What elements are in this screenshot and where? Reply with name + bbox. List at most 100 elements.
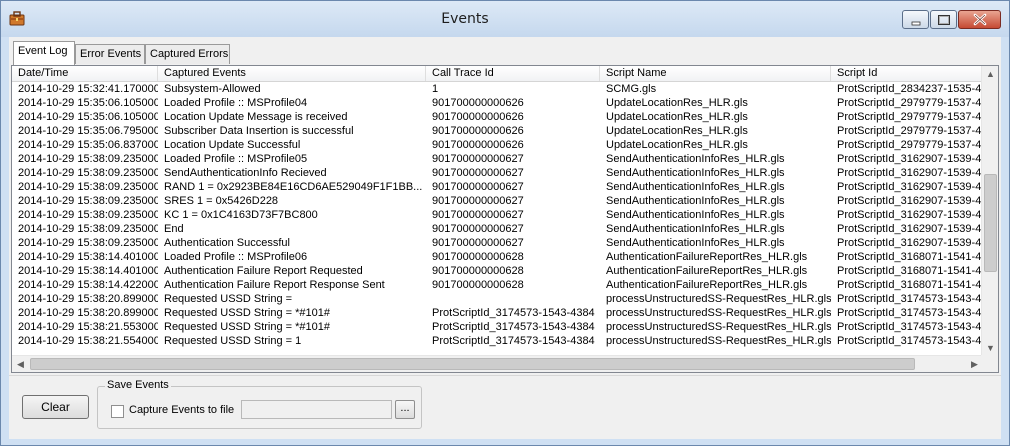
cell-script-id: ProtScriptId_3168071-1541-43 <box>837 265 983 277</box>
cell-captured-event: Requested USSD String = *#101# <box>164 307 331 319</box>
save-events-legend: Save Events <box>105 379 171 391</box>
cell-datetime: 2014-10-29 15:38:09.235000 <box>18 167 158 179</box>
horizontal-scrollbar[interactable]: ◀ ▶ <box>12 355 983 372</box>
cell-script-id: ProtScriptId_2979779-1537-43 <box>837 97 983 109</box>
cell-captured-event: Loaded Profile :: MSProfile06 <box>164 251 308 263</box>
cell-datetime: 2014-10-29 15:38:09.235000 <box>18 237 158 249</box>
capture-file-path-input[interactable] <box>241 400 392 419</box>
table-row[interactable]: 2014-10-29 15:38:21.553000 Requested USSD… <box>12 320 983 334</box>
table-row[interactable]: 2014-10-29 15:38:20.899000 Requested USSD… <box>12 292 983 306</box>
cell-script-id: ProtScriptId_3168071-1541-43 <box>837 279 983 291</box>
table-row[interactable]: 2014-10-29 15:38:09.235000 SendAuthentica… <box>12 166 983 180</box>
save-events-group: Save Events Capture Events to file ... <box>97 379 422 429</box>
table-row[interactable]: 2014-10-29 15:38:09.235000 End 90170000000… <box>12 222 983 236</box>
column-header-script-id[interactable]: Script Id <box>831 66 983 81</box>
table-row[interactable]: 2014-10-29 15:38:14.401000 Authentication… <box>12 264 983 278</box>
table-row[interactable]: 2014-10-29 15:32:41.170000 Subsystem-Allo… <box>12 82 983 96</box>
cell-captured-event: End <box>164 223 184 235</box>
minimize-icon <box>911 21 921 26</box>
cell-script-name: UpdateLocationRes_HLR.gls <box>606 139 748 151</box>
table-row[interactable]: 2014-10-29 15:38:21.554000 Requested USSD… <box>12 334 983 348</box>
cell-script-id: ProtScriptId_3174573-1543-43 <box>837 321 983 333</box>
cell-call-trace-id: ProtScriptId_3174573-1543-4384 <box>432 335 595 347</box>
cell-datetime: 2014-10-29 15:38:21.553000 <box>18 321 158 333</box>
table-row[interactable]: 2014-10-29 15:38:20.899000 Requested USSD… <box>12 306 983 320</box>
maximize-icon <box>938 15 950 25</box>
cell-call-trace-id: 901700000000628 <box>432 279 524 291</box>
close-button[interactable] <box>958 10 1001 29</box>
horizontal-scroll-thumb[interactable] <box>30 358 915 370</box>
cell-captured-event: Requested USSD String = 1 <box>164 335 302 347</box>
cell-datetime: 2014-10-29 15:35:06.837000 <box>18 139 158 151</box>
maximize-button[interactable] <box>930 10 957 29</box>
cell-script-name: SendAuthenticationInfoRes_HLR.gls <box>606 209 785 221</box>
cell-script-id: ProtScriptId_3162907-1539-43 <box>837 153 983 165</box>
table-row[interactable]: 2014-10-29 15:35:06.105000 Location Updat… <box>12 110 983 124</box>
cell-captured-event: Requested USSD String = *#101# <box>164 321 331 333</box>
table-row[interactable]: 2014-10-29 15:38:09.235000 Authentication… <box>12 236 983 250</box>
cell-call-trace-id: 901700000000627 <box>432 237 524 249</box>
minimize-button[interactable] <box>902 10 929 29</box>
divider <box>9 375 1001 376</box>
cell-script-id: ProtScriptId_3162907-1539-43 <box>837 195 983 207</box>
cell-datetime: 2014-10-29 15:35:06.105000 <box>18 111 158 123</box>
cell-call-trace-id: 901700000000627 <box>432 167 524 179</box>
cell-script-name: AuthenticationFailureReportRes_HLR.gls <box>606 265 808 277</box>
cell-script-name: processUnstructuredSS-RequestRes_HLR.gls <box>606 335 831 347</box>
table-row[interactable]: 2014-10-29 15:38:14.422000 Authentication… <box>12 278 983 292</box>
table-body: 2014-10-29 15:32:41.170000 Subsystem-Allo… <box>12 82 983 358</box>
scrollbar-corner <box>981 355 998 372</box>
column-header-script-name[interactable]: Script Name <box>600 66 831 81</box>
title-bar[interactable]: Events <box>1 1 1009 37</box>
cell-call-trace-id: 901700000000627 <box>432 153 524 165</box>
column-header-datetime[interactable]: Date/Time <box>12 66 158 81</box>
cell-script-id: ProtScriptId_2979779-1537-43 <box>837 139 983 151</box>
vertical-scroll-thumb[interactable] <box>984 174 997 272</box>
tab-error-events[interactable]: Error Events <box>75 44 145 64</box>
scroll-left-arrow-icon[interactable]: ◀ <box>12 356 29 372</box>
tab-captured-errors[interactable]: Captured Errors <box>145 44 230 64</box>
scroll-up-arrow-icon[interactable]: ▲ <box>982 66 998 83</box>
cell-datetime: 2014-10-29 15:35:06.795000 <box>18 125 158 137</box>
cell-script-name: processUnstructuredSS-RequestRes_HLR.gls <box>606 293 831 305</box>
table-row[interactable]: 2014-10-29 15:38:09.235000 SRES 1 = 0x542… <box>12 194 983 208</box>
column-header-captured-events[interactable]: Captured Events <box>158 66 426 81</box>
cell-call-trace-id: ProtScriptId_3174573-1543-4384 <box>432 321 595 333</box>
event-log-table[interactable]: Date/Time Captured Events Call Trace Id … <box>11 65 999 373</box>
cell-captured-event: Subscriber Data Insertion is successful <box>164 125 354 137</box>
cell-datetime: 2014-10-29 15:38:09.235000 <box>18 195 158 207</box>
capture-events-checkbox[interactable] <box>111 405 124 418</box>
table-row[interactable]: 2014-10-29 15:35:06.105000 Loaded Profile… <box>12 96 983 110</box>
cell-captured-event: SRES 1 = 0x5426D228 <box>164 195 279 207</box>
column-header-call-trace-id[interactable]: Call Trace Id <box>426 66 600 81</box>
cell-script-name: SendAuthenticationInfoRes_HLR.gls <box>606 195 785 207</box>
cell-datetime: 2014-10-29 15:38:14.401000 <box>18 251 158 263</box>
cell-script-name: UpdateLocationRes_HLR.gls <box>606 111 748 123</box>
clear-button[interactable]: Clear <box>22 395 89 419</box>
table-row[interactable]: 2014-10-29 15:38:09.235000 KC 1 = 0x1C416… <box>12 208 983 222</box>
vertical-scrollbar[interactable]: ▲ ▼ <box>981 66 998 357</box>
client-area: Event Log Error Events Captured Errors D… <box>9 37 1001 439</box>
cell-script-id: ProtScriptId_3162907-1539-43 <box>837 237 983 249</box>
cell-script-id: ProtScriptId_3162907-1539-43 <box>837 209 983 221</box>
window-title: Events <box>441 11 489 27</box>
cell-call-trace-id: 901700000000626 <box>432 97 524 109</box>
table-row[interactable]: 2014-10-29 15:35:06.837000 Location Updat… <box>12 138 983 152</box>
cell-script-name: SendAuthenticationInfoRes_HLR.gls <box>606 153 785 165</box>
table-header: Date/Time Captured Events Call Trace Id … <box>12 66 983 82</box>
cell-datetime: 2014-10-29 15:32:41.170000 <box>18 83 158 95</box>
cell-captured-event: Authentication Failure Report Requested <box>164 265 363 277</box>
table-row[interactable]: 2014-10-29 15:35:06.795000 Subscriber Dat… <box>12 124 983 138</box>
table-row[interactable]: 2014-10-29 15:38:09.235000 RAND 1 = 0x292… <box>12 180 983 194</box>
table-row[interactable]: 2014-10-29 15:38:14.401000 Loaded Profile… <box>12 250 983 264</box>
cell-datetime: 2014-10-29 15:38:21.554000 <box>18 335 158 347</box>
events-window: Events Event Log Error Events Captured E… <box>0 0 1010 446</box>
capture-events-label[interactable]: Capture Events to file <box>129 404 234 416</box>
tab-event-log[interactable]: Event Log <box>13 41 75 65</box>
cell-call-trace-id: 901700000000628 <box>432 251 524 263</box>
table-row[interactable]: 2014-10-29 15:38:09.235000 Loaded Profile… <box>12 152 983 166</box>
cell-captured-event: Location Update Successful <box>164 139 301 151</box>
browse-button[interactable]: ... <box>395 400 415 419</box>
cell-datetime: 2014-10-29 15:38:09.235000 <box>18 181 158 193</box>
cell-script-name: AuthenticationFailureReportRes_HLR.gls <box>606 279 808 291</box>
